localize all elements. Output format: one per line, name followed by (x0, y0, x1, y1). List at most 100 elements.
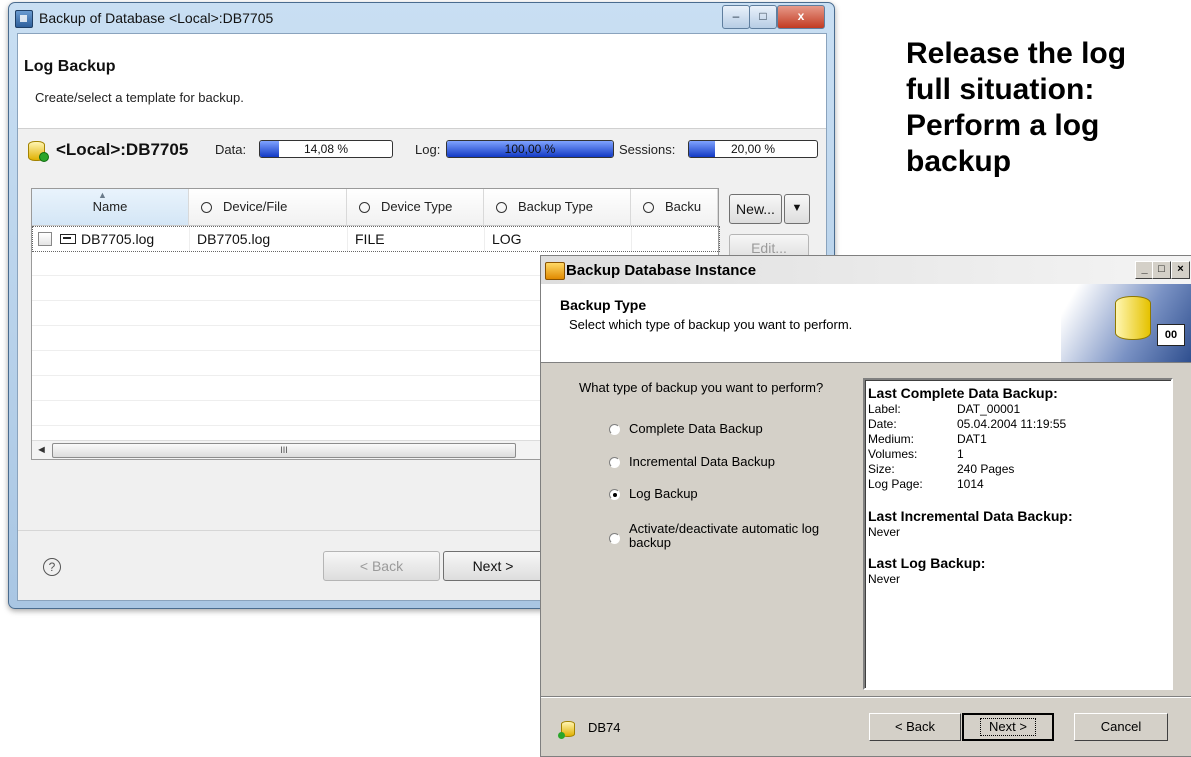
next-button-label: Next > (980, 718, 1036, 736)
footer-database-name: DB74 (588, 720, 621, 735)
maximize-button[interactable]: □ (749, 5, 777, 29)
help-icon[interactable]: ? (43, 558, 61, 576)
footer-divider (541, 696, 1191, 697)
cell-backup-type: LOG (492, 227, 632, 251)
data-meter-value: 14,08 % (303, 142, 349, 156)
option-label[interactable]: Activate/deactivate automatic log backup (629, 522, 839, 550)
data-meter-label: Data: (215, 142, 247, 157)
radio-button[interactable] (609, 424, 620, 435)
maximize-button[interactable]: □ (1152, 261, 1171, 279)
backup-database-instance-window: Backup Database Instance _ □ × Backup Ty… (540, 255, 1191, 757)
option-label[interactable]: Incremental Data Backup (629, 454, 775, 469)
scroll-thumb[interactable]: III (52, 443, 516, 458)
database-icon (558, 721, 575, 739)
sessions-meter: 20,00 % (688, 140, 818, 158)
info-key: Log Page: (868, 477, 923, 491)
info-key: Medium: (868, 432, 915, 446)
wizard-header: Backup Type Select which type of backup … (541, 284, 1191, 363)
window1-title: Backup of Database <Local>:DB7705 (39, 10, 274, 26)
clock-icon (359, 202, 370, 213)
option-label[interactable]: Log Backup (629, 486, 698, 501)
last-complete-backup-title: Last Complete Data Backup: (868, 385, 1058, 401)
new-dropdown-button[interactable]: ▼ (784, 194, 810, 224)
column-header-backup-type[interactable]: Backup Type (484, 189, 631, 226)
last-log-backup-title: Last Log Backup: (868, 555, 986, 571)
back-button[interactable]: < Back (323, 551, 440, 581)
info-value: DAT_00001 (957, 402, 1021, 416)
slide-heading-line: Release the log (906, 37, 1127, 70)
column-header-device-file[interactable]: Device/File (189, 189, 347, 226)
column-header-label: Backu (665, 199, 702, 214)
tape-icon: 00 (1157, 324, 1185, 346)
radio-button[interactable] (609, 489, 620, 500)
slide-heading: Release the log full situation: Perform … (906, 36, 1186, 180)
info-value: 1014 (957, 477, 984, 491)
info-key: Size: (868, 462, 895, 476)
info-value: 05.04.2004 11:19:55 (957, 417, 1067, 431)
database-icon (1115, 296, 1151, 340)
window2-titlebar[interactable]: Backup Database Instance _ □ × (541, 256, 1191, 285)
log-meter-value: 100,00 % (504, 142, 556, 156)
column-header-label: Device Type (381, 199, 453, 214)
page-title: Log Backup (24, 58, 116, 75)
sessions-meter-label: Sessions: (619, 142, 676, 157)
info-value: 1 (957, 447, 964, 461)
info-key: Date: (868, 417, 897, 431)
option-label[interactable]: Complete Data Backup (629, 421, 763, 436)
slide-heading-line: backup (906, 145, 1012, 178)
next-button[interactable]: Next > (962, 713, 1054, 741)
wizard-header: Log Backup Create/select a template for … (18, 34, 826, 129)
back-button[interactable]: < Back (869, 713, 961, 741)
backup-type-question: What type of backup you want to perform? (579, 380, 824, 395)
cell-device-file: DB7705.log (197, 227, 348, 251)
clock-icon (201, 202, 212, 213)
radio-button[interactable] (609, 457, 620, 468)
column-header-label: Backup Type (518, 199, 593, 214)
last-log-backup-value: Never (868, 572, 901, 586)
sessions-meter-value: 20,00 % (730, 142, 776, 156)
info-key: Label: (868, 402, 901, 416)
column-header-name[interactable]: ▲ Name (32, 189, 189, 226)
scroll-left-icon[interactable]: ◄ (36, 441, 47, 459)
page-subtitle: Create/select a template for backup. (35, 90, 244, 105)
database-icon (28, 141, 49, 162)
sort-ascending-icon: ▲ (98, 190, 107, 200)
last-incremental-backup-title: Last Incremental Data Backup: (868, 508, 1073, 524)
last-incremental-backup-value: Never (868, 525, 901, 539)
radio-button[interactable] (609, 533, 620, 544)
table-row[interactable]: DB7705.log DB7705.log FILE LOG (32, 226, 720, 252)
clock-icon (643, 202, 654, 213)
info-value: 240 Pages (957, 462, 1015, 476)
row-checkbox[interactable] (38, 232, 52, 246)
backup-info-panel: Last Complete Data Backup: Label: DAT_00… (863, 378, 1173, 690)
window2-title: Backup Database Instance (566, 262, 757, 279)
log-meter: 100,00 % (446, 140, 614, 158)
page-subtitle: Select which type of backup you want to … (569, 317, 853, 332)
info-key: Volumes: (868, 447, 918, 461)
scroll-grip: III (280, 445, 288, 455)
data-meter: 14,08 % (259, 140, 393, 158)
slide-heading-line: Perform a log (906, 109, 1100, 142)
log-meter-label: Log: (415, 142, 441, 157)
new-button[interactable]: New... (729, 194, 782, 224)
info-value: DAT1 (957, 432, 987, 446)
column-header-label: Device/File (223, 199, 288, 214)
cell-name: DB7705.log (81, 227, 190, 251)
close-button[interactable]: × (1171, 261, 1190, 279)
app-icon (545, 262, 565, 280)
cell-device-type: FILE (355, 227, 485, 251)
minimize-button[interactable]: – (722, 5, 750, 29)
database-name: <Local>:DB7705 (56, 140, 189, 159)
column-header-device-type[interactable]: Device Type (347, 189, 484, 226)
database-status-row: <Local>:DB7705 Data: 14,08 % Log: 100,00… (18, 137, 826, 165)
drive-icon (60, 234, 76, 244)
page-title: Backup Type (560, 297, 647, 313)
close-button[interactable]: x (777, 5, 825, 29)
column-header-backup[interactable]: Backu (631, 189, 718, 226)
app-icon (15, 10, 33, 28)
next-button[interactable]: Next > (443, 551, 543, 581)
slide-heading-line: full situation: (906, 73, 1095, 106)
clock-icon (496, 202, 507, 213)
cancel-button[interactable]: Cancel (1074, 713, 1168, 741)
window1-titlebar[interactable]: Backup of Database <Local>:DB7705 – □ x (9, 3, 834, 33)
